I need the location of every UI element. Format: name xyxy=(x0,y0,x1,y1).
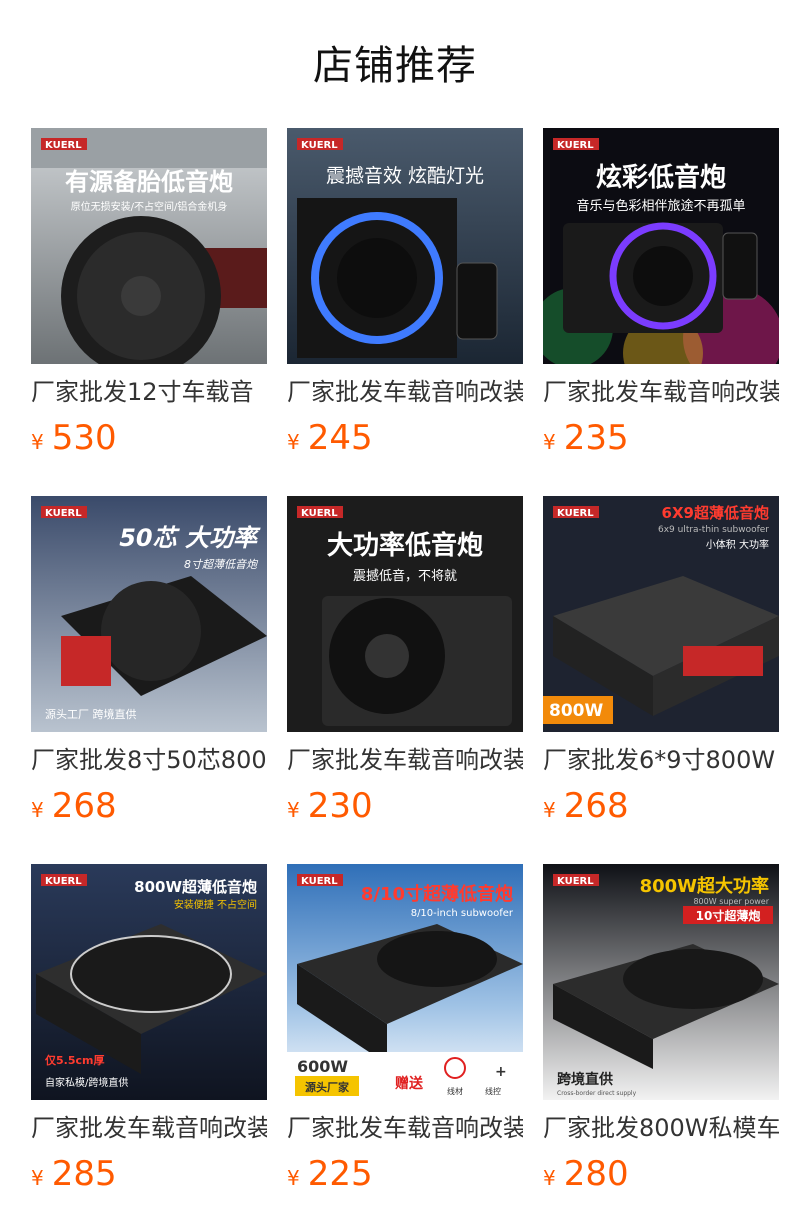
price-row: ¥230 xyxy=(287,784,373,828)
image-badge: 源头厂家 xyxy=(305,1080,350,1094)
image-headline: 6X9超薄低音炮 xyxy=(662,504,769,522)
currency-symbol: ¥ xyxy=(543,798,556,822)
product-card[interactable]: KUERL 有源备胎低音炮 原位无损安装/不占空间/铝合金机身 厂家批发12寸车… xyxy=(31,128,267,468)
image-headline: 炫彩低音炮 xyxy=(596,162,726,193)
brand-logo: KUERL xyxy=(557,508,594,519)
image-subtitle: 6x9 ultra-thin subwoofer xyxy=(658,525,769,535)
product-image[interactable]: KUERL 8/10寸超薄低音炮 8/10-inch subwoofer 600… xyxy=(287,864,523,1100)
product-price: 268 xyxy=(563,786,629,826)
image-subtitle: 音乐与色彩相伴旅途不再孤单 xyxy=(576,198,745,214)
product-image[interactable]: KUERL 6X9超薄低音炮 6x9 ultra-thin subwoofer … xyxy=(543,496,779,732)
image-tag: 仅5.5cm厚 xyxy=(44,1053,104,1067)
image-badge: 800W xyxy=(549,701,603,721)
currency-symbol: ¥ xyxy=(31,798,44,822)
product-price: 225 xyxy=(307,1154,373,1194)
price-row: ¥245 xyxy=(287,416,373,460)
currency-symbol: ¥ xyxy=(31,1166,44,1190)
product-card[interactable]: KUERL 大功率低音炮 震撼低音，不将就 厂家批发车载音响改装 ¥230 xyxy=(287,496,523,836)
product-card[interactable]: KUERL 8/10寸超薄低音炮 8/10-inch subwoofer 600… xyxy=(287,864,523,1204)
image-badge: 源头工厂 跨境直供 xyxy=(45,707,137,721)
brand-logo: KUERL xyxy=(557,876,594,887)
product-title[interactable]: 厂家批发车载音响改装 xyxy=(31,1111,267,1145)
currency-symbol: ¥ xyxy=(543,1166,556,1190)
image-headline: 8/10寸超薄低音炮 xyxy=(361,883,513,905)
image-tag: 10寸超薄炮 xyxy=(696,908,761,923)
price-row: ¥268 xyxy=(543,784,629,828)
product-price: 268 xyxy=(51,786,117,826)
gift-item-b: 线控 xyxy=(485,1086,501,1096)
image-subtitle: 8寸超薄低音炮 xyxy=(184,558,259,571)
brand-logo: KUERL xyxy=(45,876,82,887)
product-image[interactable]: KUERL 大功率低音炮 震撼低音，不将就 xyxy=(287,496,523,732)
product-title[interactable]: 厂家批发8寸50芯800 xyxy=(31,743,267,777)
product-price: 280 xyxy=(563,1154,629,1194)
image-badge-sub: Cross-border direct supply xyxy=(557,1090,637,1097)
currency-symbol: ¥ xyxy=(543,430,556,454)
product-card[interactable]: KUERL 800W超薄低音炮 安装便捷 不占空间 仅5.5cm厚 自家私模/跨… xyxy=(31,864,267,1204)
product-title[interactable]: 厂家批发车载音响改装 xyxy=(287,375,523,409)
image-subtitle: 震撼低音，不将就 xyxy=(353,568,457,584)
image-badge: 自家私模/跨境直供 xyxy=(45,1076,128,1089)
currency-symbol: ¥ xyxy=(287,1166,300,1190)
product-card[interactable]: KUERL 800W超大功率 800W super power 10寸超薄炮 跨… xyxy=(543,864,779,1204)
brand-logo: KUERL xyxy=(45,508,82,519)
product-image[interactable]: KUERL 震撼音效 炫酷灯光 xyxy=(287,128,523,364)
product-image[interactable]: KUERL 炫彩低音炮 音乐与色彩相伴旅途不再孤单 xyxy=(543,128,779,364)
brand-logo: KUERL xyxy=(301,876,338,887)
image-subtitle: 8/10-inch subwoofer xyxy=(411,908,514,919)
image-headline: 有源备胎低音炮 xyxy=(65,168,233,196)
product-price: 530 xyxy=(51,418,117,458)
image-headline: 大功率低音炮 xyxy=(327,530,483,561)
product-card[interactable]: KUERL 炫彩低音炮 音乐与色彩相伴旅途不再孤单 厂家批发车载音响改装 ¥23… xyxy=(543,128,779,468)
image-headline: 800W超大功率 xyxy=(640,875,769,897)
image-subtitle: 原位无损安装/不占空间/铝合金机身 xyxy=(71,200,228,213)
image-headline: 震撼音效 炫酷灯光 xyxy=(326,165,484,187)
price-row: ¥280 xyxy=(543,1152,629,1196)
gift-item-a: 线材 xyxy=(447,1086,463,1096)
product-title[interactable]: 厂家批发车载音响改装 xyxy=(543,375,779,409)
product-image[interactable]: KUERL 50芯 大功率 8寸超薄低音炮 源头工厂 跨境直供 xyxy=(31,496,267,732)
product-card[interactable]: KUERL 震撼音效 炫酷灯光 厂家批发车载音响改装 ¥245 xyxy=(287,128,523,468)
price-row: ¥285 xyxy=(31,1152,117,1196)
product-card[interactable]: KUERL 6X9超薄低音炮 6x9 ultra-thin subwoofer … xyxy=(543,496,779,836)
image-tag: 小体积 大功率 xyxy=(706,538,769,551)
brand-logo: KUERL xyxy=(45,140,82,151)
product-title[interactable]: 厂家批发6*9寸800W xyxy=(543,743,779,777)
product-card[interactable]: KUERL 50芯 大功率 8寸超薄低音炮 源头工厂 跨境直供 厂家批发8寸50… xyxy=(31,496,267,836)
currency-symbol: ¥ xyxy=(31,430,44,454)
brand-logo: KUERL xyxy=(301,140,338,151)
product-price: 230 xyxy=(307,786,373,826)
product-grid: KUERL 有源备胎低音炮 原位无损安装/不占空间/铝合金机身 厂家批发12寸车… xyxy=(0,0,790,1232)
product-title[interactable]: 厂家批发12寸车载音 xyxy=(31,375,267,409)
price-row: ¥225 xyxy=(287,1152,373,1196)
image-subtitle: 安装便捷 不占空间 xyxy=(174,898,257,911)
product-image[interactable]: KUERL 800W超大功率 800W super power 10寸超薄炮 跨… xyxy=(543,864,779,1100)
product-price: 285 xyxy=(51,1154,117,1194)
product-image[interactable]: KUERL 有源备胎低音炮 原位无损安装/不占空间/铝合金机身 xyxy=(31,128,267,364)
image-headline: 50芯 大功率 xyxy=(119,524,261,552)
image-badge: 跨境直供 xyxy=(557,1071,613,1088)
product-title[interactable]: 厂家批发车载音响改装 xyxy=(287,743,523,777)
product-image[interactable]: KUERL 800W超薄低音炮 安装便捷 不占空间 仅5.5cm厚 自家私模/跨… xyxy=(31,864,267,1100)
brand-logo: KUERL xyxy=(557,140,594,151)
currency-symbol: ¥ xyxy=(287,798,300,822)
brand-logo: KUERL xyxy=(301,508,338,519)
product-price: 235 xyxy=(563,418,629,458)
currency-symbol: ¥ xyxy=(287,430,300,454)
plus-icon: + xyxy=(495,1064,507,1080)
price-row: ¥268 xyxy=(31,784,117,828)
image-subtitle: 800W super power xyxy=(693,897,769,906)
price-row: ¥235 xyxy=(543,416,629,460)
gift-label: 赠送 xyxy=(395,1075,424,1092)
price-row: ¥530 xyxy=(31,416,117,460)
image-headline: 800W超薄低音炮 xyxy=(134,878,257,896)
product-price: 245 xyxy=(307,418,373,458)
image-tag: 600W xyxy=(297,1057,348,1076)
product-title[interactable]: 厂家批发800W私模车 xyxy=(543,1111,779,1145)
product-title[interactable]: 厂家批发车载音响改装 xyxy=(287,1111,523,1145)
